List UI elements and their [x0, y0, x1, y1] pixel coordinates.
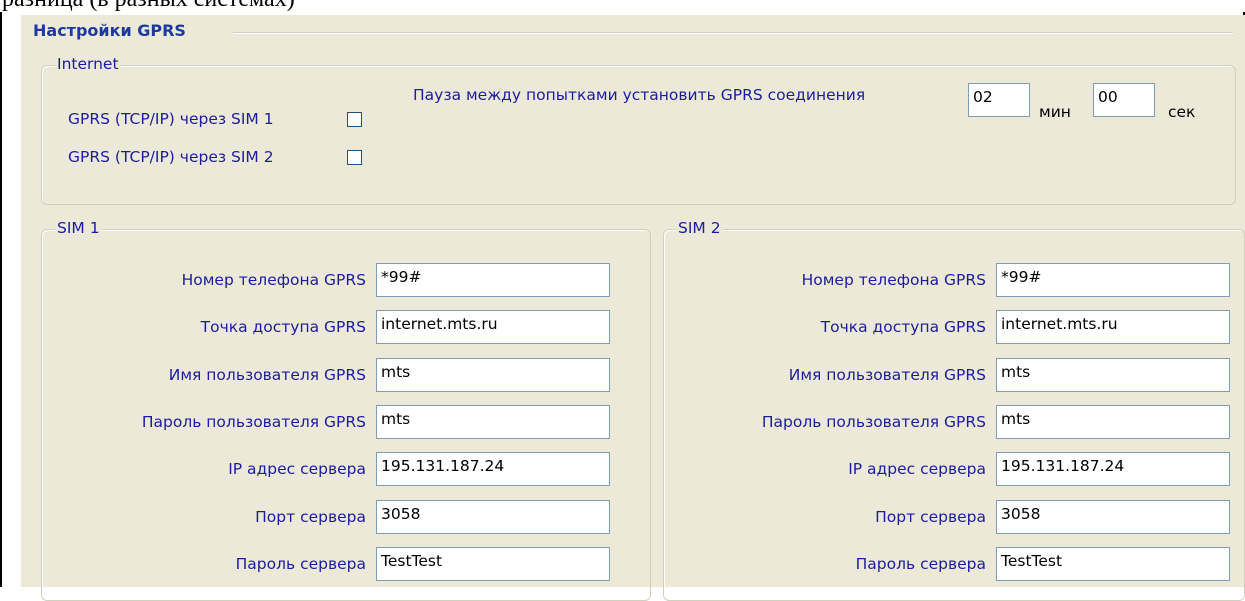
internet-group-title: Internet	[55, 55, 121, 73]
sim2-server-password-input[interactable]: TestTest	[996, 546, 1230, 581]
sim1-server-port-input[interactable]: 3058	[376, 499, 610, 534]
sim1-username-label: Имя пользователя GPRS	[168, 365, 366, 384]
sim1-group-title: SIM 1	[55, 219, 102, 237]
sim2-phone-number-input[interactable]: *99#	[996, 263, 1230, 297]
sim2-server-port-input[interactable]: 3058	[996, 499, 1230, 534]
pause-label: Пауза между попытками установить GPRS со…	[413, 86, 866, 104]
sim1-username-input[interactable]: mts	[376, 357, 610, 392]
sim1-server-password-input[interactable]: TestTest	[376, 546, 610, 581]
sim1-gprs-checkbox-label[interactable]: GPRS (TCP/IP) через SIM 1	[68, 109, 274, 129]
sim2-group-title: SIM 2	[676, 219, 723, 237]
sim2-gprs-checkbox-label[interactable]: GPRS (TCP/IP) через SIM 2	[68, 147, 274, 167]
page-title: Настройки GPRS	[33, 21, 186, 40]
sim2-access-point-label: Точка доступа GPRS	[820, 318, 986, 337]
sim2-server-ip-input[interactable]: 195.131.187.24	[996, 452, 1230, 487]
sim1-access-point-label: Точка доступа GPRS	[200, 318, 366, 337]
sim2-server-port-label: Порт сервера	[875, 507, 986, 526]
sim1-gprs-checkbox[interactable]	[347, 112, 362, 127]
sim1-user-password-label: Пароль пользователя GPRS	[141, 412, 366, 431]
sim1-server-port-label: Порт сервера	[255, 507, 366, 526]
sim2-gprs-checkbox[interactable]	[347, 150, 362, 165]
sim2-phone-number-label: Номер телефона GPRS	[801, 271, 986, 289]
sim1-server-ip-label: IP адрес сервера	[228, 460, 366, 479]
sim1-phone-number-label: Номер телефона GPRS	[181, 271, 366, 289]
sim1-server-ip-input[interactable]: 195.131.187.24	[376, 452, 610, 487]
title-divider	[233, 32, 1233, 34]
sim2-username-input[interactable]: mts	[996, 357, 1230, 392]
document-top-text: разница (в разных системах)	[2, 0, 295, 12]
sim2-server-ip-label: IP адрес сервера	[848, 460, 986, 479]
sim1-user-password-input[interactable]: mts	[376, 404, 610, 439]
minutes-unit-label: мин	[1039, 103, 1071, 121]
sim2-username-label: Имя пользователя GPRS	[788, 365, 986, 384]
sim1-phone-number-input[interactable]: *99#	[376, 263, 610, 297]
sim1-access-point-input[interactable]: internet.mts.ru	[376, 310, 610, 345]
sim2-user-password-input[interactable]: mts	[996, 404, 1230, 439]
document-text-strip: разница (в разных системах)	[0, 0, 1245, 12]
pause-minutes-input[interactable]: 02	[968, 83, 1030, 117]
sim2-access-point-input[interactable]: internet.mts.ru	[996, 310, 1230, 345]
sim2-user-password-label: Пароль пользователя GPRS	[761, 412, 986, 431]
pause-seconds-input[interactable]: 00	[1093, 83, 1155, 117]
seconds-unit-label: сек	[1168, 103, 1196, 121]
sim1-server-password-label: Пароль сервера	[235, 554, 366, 573]
sim2-server-password-label: Пароль сервера	[855, 554, 986, 573]
